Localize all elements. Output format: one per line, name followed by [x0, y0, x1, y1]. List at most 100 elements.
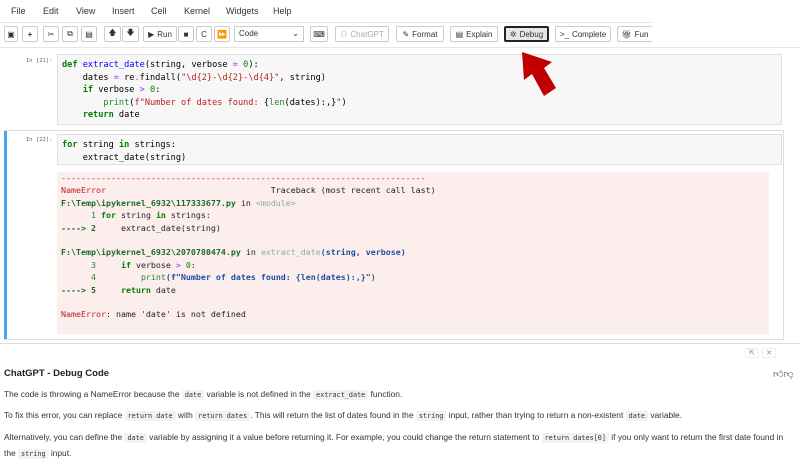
complete-label: Complete	[571, 29, 607, 39]
code-token: :	[155, 85, 161, 95]
format-label: Format	[412, 29, 438, 39]
fun-button[interactable]: 🎁︎ Fun	[617, 26, 652, 42]
menu-edit[interactable]: Edit	[43, 6, 59, 16]
move-down-icon[interactable]: 🡇	[122, 26, 139, 42]
menu-help[interactable]: Help	[273, 6, 292, 16]
code-line: dates = re.findall("\d{2}-\d{2}-\d{4}", …	[62, 72, 777, 85]
chatgpt-icon: ⚇	[340, 29, 348, 39]
menu-cell[interactable]: Cell	[151, 6, 167, 16]
cell-type-select[interactable]: Code ⌄	[234, 26, 304, 42]
code-token: "\d{2}-\d{2}-\d{4}"	[181, 72, 280, 83]
error-output: ----------------------------------------…	[57, 172, 769, 334]
format-button[interactable]: ✎ Format	[396, 26, 444, 42]
stop-icon[interactable]: ■	[178, 26, 194, 42]
code-line: NameError: name 'date' is not defined	[61, 308, 765, 320]
menu-file[interactable]: File	[11, 6, 26, 16]
code-token: 3	[61, 259, 96, 270]
code-token: ----> 5	[61, 284, 96, 295]
code-token: f"Number of dates found:	[134, 97, 264, 108]
explain-icon: ▤	[455, 29, 464, 39]
paragraph-text: with	[175, 410, 196, 420]
menu-view[interactable]: View	[76, 6, 95, 16]
code-token: len	[269, 97, 285, 108]
code-token: extract_date(string)	[62, 152, 187, 163]
chatgpt-panel: ⇱ ✕ ChatGPT - Debug Code 👍︎👎︎ The code i…	[0, 343, 800, 465]
code-line: print(f"Number of dates found: {len(date…	[62, 97, 777, 110]
move-up-icon[interactable]: 🡅	[104, 26, 121, 42]
add-cell-button[interactable]: +	[22, 26, 38, 42]
restart-icon[interactable]: C	[196, 26, 212, 42]
menu-widgets[interactable]: Widgets	[226, 6, 259, 16]
inline-code: date	[124, 433, 147, 443]
code-token: print	[103, 97, 130, 108]
save-icon[interactable]: ▣	[4, 26, 18, 42]
thumbs-down-icon[interactable]: 👎︎	[783, 369, 793, 380]
explanation-paragraph: To fix this error, you can replace retur…	[4, 408, 794, 424]
inline-code: return date	[124, 411, 176, 421]
code-token: 4	[61, 272, 96, 283]
inline-code: return dates[0]	[541, 433, 609, 443]
explanation-paragraph: Alternatively, you can define the date v…	[4, 430, 794, 462]
code-line: ----> 5 return date	[61, 284, 765, 296]
code-token: verbose	[93, 85, 140, 95]
paragraph-text: function.	[368, 389, 403, 399]
menu-kernel[interactable]: Kernel	[184, 6, 210, 16]
panel-title: ChatGPT - Debug Code	[4, 368, 110, 379]
chatgpt-button[interactable]: ⚇ ChatGPT	[335, 26, 389, 42]
debug-button[interactable]: ✲ Debug	[504, 26, 549, 42]
code-line: NameError Traceback (most recent call la…	[61, 184, 765, 196]
cut-icon[interactable]: ✂	[43, 26, 59, 42]
code-token: , string)	[279, 72, 326, 83]
run-label: Run	[157, 29, 172, 39]
thumbs-up-icon[interactable]: 👍︎	[773, 369, 783, 380]
cell-prompt: In [22]:	[26, 137, 53, 143]
code-line: def extract_date(string, verbose = 0):	[62, 59, 777, 72]
red-arrow-annotation	[522, 52, 556, 96]
chevron-down-icon: ⌄	[292, 29, 299, 38]
bug-icon: ✲	[509, 29, 517, 39]
pen-icon: ✎	[402, 29, 410, 39]
code-token: date	[150, 284, 176, 295]
cell-type-value: Code	[239, 29, 259, 38]
code-line: ​	[61, 234, 765, 246]
run-button[interactable]: ▶ Run	[143, 26, 177, 42]
menu-insert[interactable]: Insert	[112, 6, 135, 16]
terminal-icon: >_	[559, 29, 569, 39]
code-token: strings:	[129, 140, 176, 150]
close-icon[interactable]: ✕	[762, 348, 776, 358]
code-line: ----------------------------------------…	[61, 172, 765, 184]
copy-icon[interactable]: ⧉	[62, 26, 78, 42]
code-line: extract_date(string)	[62, 152, 777, 165]
code-token: (dates):,}	[284, 97, 337, 108]
code-line: F:\Temp\ipykernel_6932\117333677.py in <…	[61, 197, 765, 209]
fun-label: Fun	[634, 29, 649, 39]
code-token: strings:	[165, 210, 211, 221]
explain-label: Explain	[466, 29, 493, 39]
keyboard-icon[interactable]: ⌨	[310, 26, 328, 42]
code-token: extract_date	[260, 247, 321, 258]
paste-icon[interactable]: ▤	[81, 26, 97, 42]
code-token: extract_date	[82, 60, 145, 70]
code-cell-editor[interactable]: for string in strings: extract_date(stri…	[57, 134, 782, 165]
code-token: findall(	[139, 72, 182, 83]
explain-button[interactable]: ▤ Explain	[450, 26, 498, 42]
inline-code: string	[17, 449, 49, 459]
code-token: return	[120, 284, 151, 295]
code-cell-editor[interactable]: def extract_date(string, verbose = 0): d…	[57, 54, 782, 125]
code-token: 1	[61, 210, 101, 221]
fast-forward-icon[interactable]: ⏩	[214, 26, 230, 42]
chatgpt-label: ChatGPT	[350, 29, 384, 39]
code-token: if	[82, 85, 94, 95]
code-token: NameError	[61, 309, 106, 320]
code-token: (f"Number of dates found: {len(dates):,}…	[165, 272, 371, 283]
popout-icon[interactable]: ⇱	[745, 348, 759, 358]
play-icon: ▶	[148, 29, 155, 39]
inline-code: return dates	[195, 411, 251, 421]
code-token: re	[118, 72, 135, 83]
complete-button[interactable]: >_ Complete	[555, 26, 611, 42]
explanation-paragraph: The code is throwing a NameError because…	[4, 387, 794, 403]
code-token: Traceback (most recent call last)	[105, 185, 436, 196]
